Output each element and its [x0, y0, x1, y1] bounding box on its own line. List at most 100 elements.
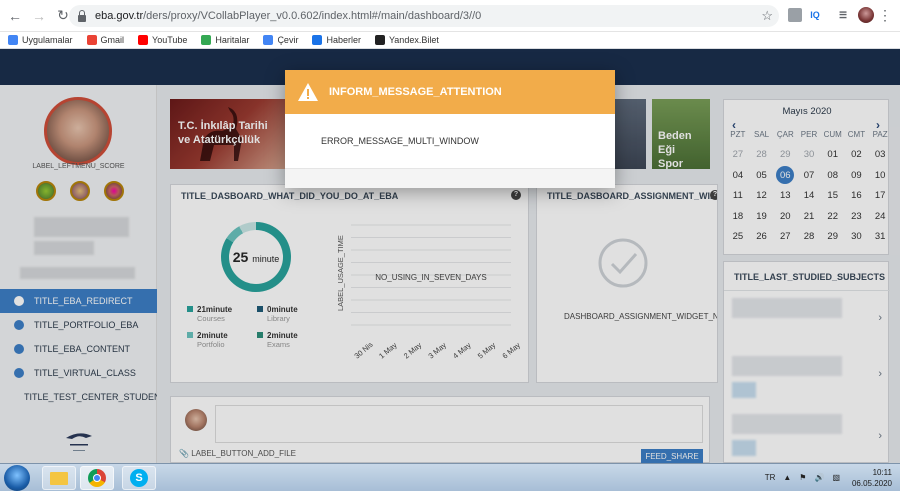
- calendar-day-number: 30: [851, 231, 862, 243]
- calendar-day[interactable]: 21: [797, 206, 821, 227]
- skype-icon[interactable]: S: [122, 466, 156, 490]
- bookmark-label: Haberler: [326, 35, 361, 45]
- calendar-day[interactable]: 02: [845, 145, 869, 166]
- calendar-day[interactable]: 04: [726, 165, 750, 186]
- calendar-day[interactable]: 09: [845, 165, 869, 186]
- chevron-right-icon[interactable]: ›: [878, 430, 882, 442]
- x-tick-label: 5 May: [476, 340, 498, 360]
- calendar-day[interactable]: 24: [868, 206, 892, 227]
- sidebar-item[interactable]: TITLE_VIRTUAL_CLASS: [0, 361, 157, 385]
- bookmark-item[interactable]: Çevir: [263, 35, 298, 45]
- calendar-day-number: 16: [851, 190, 862, 202]
- sidebar-item[interactable]: TITLE_PORTFOLIO_EBA: [0, 313, 157, 337]
- calendar-day[interactable]: 23: [845, 206, 869, 227]
- badge-icon[interactable]: [36, 181, 56, 201]
- sidebar-item[interactable]: TITLE_TEST_CENTER_STUDENT: [0, 385, 157, 409]
- extension-icon[interactable]: [788, 8, 802, 22]
- calendar-day[interactable]: 27: [726, 145, 750, 166]
- forward-icon[interactable]: →: [30, 7, 48, 25]
- profile-photo[interactable]: [44, 97, 112, 165]
- calendar-day[interactable]: 07: [797, 165, 821, 186]
- calendar-day[interactable]: 14: [797, 186, 821, 207]
- calendar-day[interactable]: 28: [797, 227, 821, 248]
- calendar-day[interactable]: 31: [868, 227, 892, 248]
- subject-item[interactable]: [732, 356, 890, 402]
- calendar-day[interactable]: 20: [773, 206, 797, 227]
- help-icon[interactable]: ?: [710, 190, 717, 200]
- course-banner[interactable]: Beden Eği Spor: [652, 99, 710, 169]
- badge-icon[interactable]: [104, 181, 124, 201]
- address-bar[interactable]: eba.gov.tr/ders/proxy/VCollabPlayer_v0.0…: [69, 5, 779, 27]
- file-explorer-icon[interactable]: [42, 466, 76, 490]
- bookmark-label: Uygulamalar: [22, 35, 73, 45]
- arrow-up-icon[interactable]: ▲: [783, 473, 791, 482]
- sidebar-item[interactable]: TITLE_EBA_REDIRECT: [0, 289, 157, 313]
- playlist-icon[interactable]: ☰: [836, 8, 850, 22]
- calendar-day[interactable]: 01: [821, 145, 845, 166]
- volume-icon[interactable]: 🔊: [814, 473, 824, 482]
- chevron-right-icon[interactable]: ›: [878, 368, 882, 380]
- badge-icon[interactable]: [70, 181, 90, 201]
- legend-value: 0minute: [267, 305, 298, 314]
- calendar-day[interactable]: 18: [726, 206, 750, 227]
- modal-title: INFORM_MESSAGE_ATTENTION: [329, 86, 502, 98]
- chevron-right-icon[interactable]: ›: [878, 312, 882, 324]
- attention-modal: INFORM_MESSAGE_ATTENTION ERROR_MESSAGE_M…: [285, 70, 615, 188]
- calendar-day[interactable]: 13: [773, 186, 797, 207]
- course-banner[interactable]: T.C. İnkılâp Tarihi ve Atatürkçülük: [170, 99, 285, 169]
- subject-item[interactable]: [732, 298, 890, 344]
- calendar-day[interactable]: 06: [773, 165, 797, 186]
- clock[interactable]: 10:11 06.05.2020: [852, 467, 892, 489]
- bookmark-item[interactable]: Haberler: [312, 35, 361, 45]
- back-icon[interactable]: ←: [6, 7, 24, 25]
- calendar-day[interactable]: 26: [750, 227, 774, 248]
- share-button[interactable]: FEED_SHARE: [641, 449, 703, 463]
- help-icon[interactable]: ?: [511, 190, 521, 200]
- calendar-day[interactable]: 12: [750, 186, 774, 207]
- sidebar-item-label: TITLE_VIRTUAL_CLASS: [34, 368, 136, 378]
- calendar-day[interactable]: 15: [821, 186, 845, 207]
- calendar-day[interactable]: 17: [868, 186, 892, 207]
- bookmark-icon: [8, 35, 18, 45]
- bookmark-item[interactable]: Haritalar: [201, 35, 249, 45]
- modal-header: INFORM_MESSAGE_ATTENTION: [285, 70, 615, 114]
- profile-avatar[interactable]: [858, 7, 874, 23]
- calendar-day[interactable]: 29: [821, 227, 845, 248]
- calendar-day[interactable]: 03: [868, 145, 892, 166]
- flag-icon[interactable]: ⚑: [799, 473, 806, 482]
- calendar-day[interactable]: 19: [750, 206, 774, 227]
- calendar-day[interactable]: 05: [750, 165, 774, 186]
- chrome-icon[interactable]: [80, 466, 114, 490]
- calendar-day[interactable]: 22: [821, 206, 845, 227]
- badges: [36, 181, 124, 201]
- banner-title-line: Beden Eği: [658, 130, 692, 156]
- calendar-day[interactable]: 27: [773, 227, 797, 248]
- language-indicator[interactable]: TR: [765, 473, 776, 482]
- calendar-day[interactable]: 30: [797, 145, 821, 166]
- bookmark-item[interactable]: Yandex.Bilet: [374, 35, 439, 45]
- calendar-day[interactable]: 30: [845, 227, 869, 248]
- bookmark-item[interactable]: YouTube: [138, 35, 187, 45]
- network-icon[interactable]: ▧: [832, 473, 840, 482]
- bookmark-icon: [312, 35, 323, 45]
- feed-textarea[interactable]: [215, 405, 703, 443]
- calendar-day[interactable]: 10: [868, 165, 892, 186]
- add-file-button[interactable]: 📎 LABEL_BUTTON_ADD_FILE: [179, 449, 296, 458]
- calendar-day[interactable]: 16: [845, 186, 869, 207]
- bookmark-item[interactable]: Gmail: [86, 35, 124, 45]
- sidebar-item-label: TITLE_PORTFOLIO_EBA: [34, 320, 139, 330]
- start-button[interactable]: [4, 465, 30, 491]
- iq-extension-icon[interactable]: IQ: [808, 8, 822, 22]
- calendar-day[interactable]: 11: [726, 186, 750, 207]
- calendar-day[interactable]: 29: [773, 145, 797, 166]
- sidebar-item[interactable]: TITLE_EBA_CONTENT: [0, 337, 157, 361]
- calendar-day[interactable]: 08: [821, 165, 845, 186]
- bookmark-star-icon[interactable]: ☆: [761, 8, 773, 24]
- subject-item[interactable]: [732, 414, 890, 460]
- calendar-day[interactable]: 28: [750, 145, 774, 166]
- calendar-day[interactable]: 25: [726, 227, 750, 248]
- calendar-day-number: 22: [827, 210, 838, 222]
- course-banner[interactable]: [614, 99, 646, 169]
- bookmark-item[interactable]: Uygulamalar: [8, 35, 73, 45]
- menu-dots-icon[interactable]: ⋮: [878, 8, 892, 22]
